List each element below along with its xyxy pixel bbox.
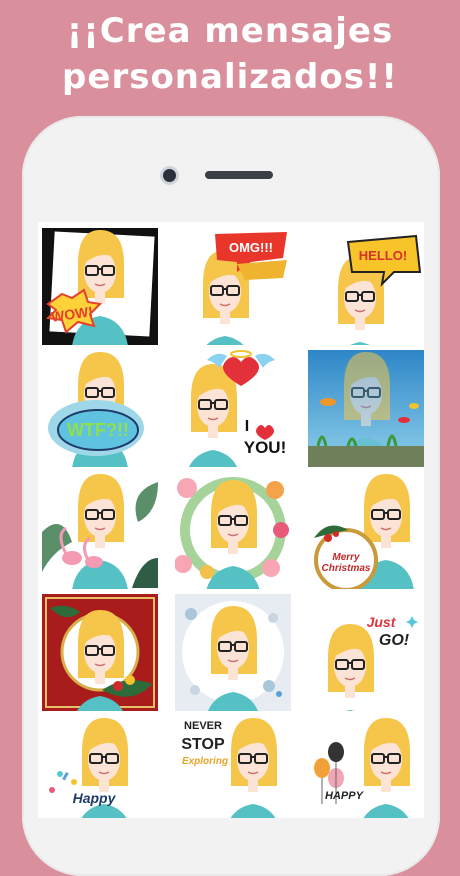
sticker-happy-birthday[interactable]: Happy [42,716,158,818]
avatar [72,474,128,589]
sticker-text-go: GO! [378,632,410,649]
sticker-wow[interactable]: WOW! [42,228,158,345]
sticker-aquarium[interactable] [308,350,424,467]
avatar [230,718,277,818]
sticker-text-hello: HELLO! [358,248,408,263]
sticker-flowers[interactable] [175,472,291,589]
sticker-hello[interactable]: HELLO! [308,228,424,345]
sticker-wtf[interactable]: WTF?!! [42,350,158,467]
speaker-grille [205,171,273,179]
phone-screen: WOW! OMG!!! HELLO! WTF?!! I YOU! Merry C… [38,222,424,818]
sticker-just-go[interactable]: Just GO! [308,594,424,711]
sticker-love[interactable]: I YOU! [175,350,291,467]
sticker-text-just: Just [366,614,396,630]
sticker-never-stop[interactable]: NEVER STOP Exploring [175,716,291,818]
headline-line-1: ¡¡Crea mensajes [66,11,394,51]
sticker-snowflakes[interactable] [175,594,291,711]
sticker-grid: WOW! OMG!!! HELLO! WTF?!! I YOU! Merry C… [42,228,424,818]
sticker-text-omg: OMG!!! [228,240,274,255]
sticker-flamingo[interactable] [42,472,158,589]
avatar [363,718,410,818]
sticker-christmas-wreath[interactable] [42,594,158,711]
sticker-text-wtf: WTF?!! [67,420,129,440]
sticker-text-exploring: Exploring [181,756,229,767]
sticker-merry-christmas[interactable]: Merry Christmas [308,472,424,589]
sticker-balloons[interactable]: HAPPY [308,716,424,818]
avatar [72,230,128,345]
sticker-text-love-you: YOU! [243,438,287,457]
sticker-text-merry-christmas: Merry Christmas [321,552,371,574]
headline: ¡¡Crea mensajes personalizados!! [0,8,460,100]
avatar [328,624,374,711]
sticker-text-love-i: I [244,418,250,435]
front-camera-icon [163,169,176,182]
headline-line-2: personalizados!! [62,57,398,97]
sticker-text-stop: STOP [181,736,225,753]
sticker-text-never: NEVER [184,720,222,732]
sticker-omg[interactable]: OMG!!! [175,228,291,345]
sticker-text-happy: Happy [72,790,116,806]
sticker-text-balloons: HAPPY [325,790,363,802]
